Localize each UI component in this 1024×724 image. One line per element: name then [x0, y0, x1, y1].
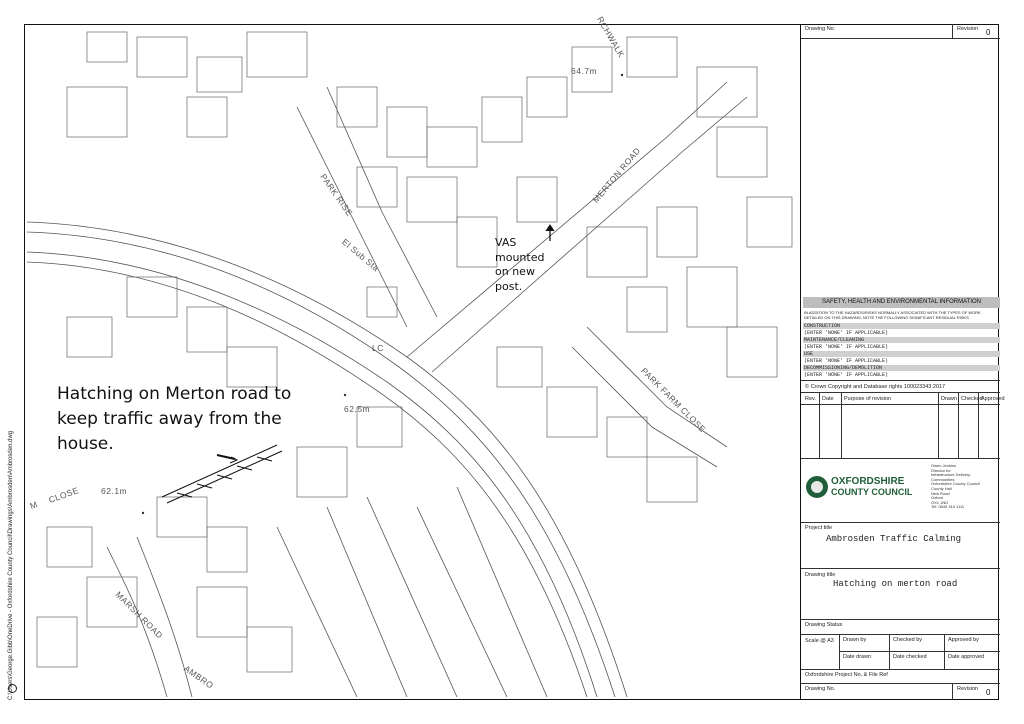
she-use-title: USE: [804, 351, 814, 357]
hatching-line-3: house.: [57, 434, 114, 454]
she-maintenance-value: (ENTER 'NONE' IF APPLICABLE): [804, 344, 889, 350]
rev-header: Rev.: [805, 396, 816, 402]
project-title-label: Project title: [805, 525, 833, 531]
revision-label: Revision: [957, 26, 979, 32]
she-decommissioning-value: (ENTER 'NONE' IF APPLICABLE): [804, 372, 889, 378]
council-logo: OXFORDSHIRE COUNTY COUNCIL: [806, 476, 912, 498]
title-block: Drawing No. Revision 0 SAFETY, HEALTH AN…: [800, 24, 1005, 700]
she-maintenance-title: MAINTENANCE/CLEANING: [804, 337, 865, 343]
she-decommissioning-title: DECOMMISSIONING/DEMOLITION: [804, 365, 883, 371]
drawing-no-label: Drawing No.: [805, 26, 836, 32]
label-lc: LC: [372, 343, 384, 353]
drawing-no-label-bottom: Drawing No.: [805, 686, 836, 692]
she-use-value: (ENTER 'NONE' IF APPLICABLE): [804, 358, 889, 364]
she-construction-value: (ENTER 'NONE' IF APPLICABLE): [804, 330, 889, 336]
date-header: Date: [822, 396, 834, 402]
revision-value-bottom: 0: [986, 688, 991, 697]
drawn-by-label: Drawn by: [843, 637, 867, 643]
date-drawn-label: Date drawn: [843, 654, 872, 660]
purpose-header: Purpose of revision: [844, 396, 892, 402]
she-header: SAFETY, HEALTH AND ENVIRONMENTAL INFORMA…: [803, 297, 1000, 308]
vas-line-4: post.: [495, 279, 523, 293]
org-line-2: COUNTY COUNCIL: [831, 487, 913, 497]
hatching-annotation: Hatching on Merton road to keep traffic …: [57, 382, 291, 457]
file-path-vertical: C:\Users\George.Gibb\OneDrive - Oxfordsh…: [4, 380, 16, 700]
approved-by-label: Approved by: [948, 637, 979, 643]
checked-header: Checked: [961, 396, 983, 402]
date-checked-label: Date checked: [893, 654, 927, 660]
date-approved-label: Date approved: [948, 654, 985, 660]
revision-value: 0: [986, 28, 991, 37]
hatching-line-2: keep traffic away from the: [57, 409, 282, 429]
council-crest-icon: [806, 476, 828, 498]
org-line-1: OXFORDSHIRE: [831, 476, 905, 487]
scale-label: Scale @ A3: [805, 638, 834, 644]
vas-line-2: mounted: [495, 250, 545, 264]
project-title: Ambrosden Traffic Calming: [826, 534, 962, 544]
address-line: Tel: 0845 310 1111: [931, 504, 965, 510]
copyright-text: © Crown Copyright and Database rights 10…: [805, 384, 946, 390]
map-linework: [27, 31, 793, 697]
vas-line-1: VAS: [495, 236, 517, 249]
file-path-text: C:\Users\George.Gibb\OneDrive - Oxfordsh…: [8, 430, 14, 700]
org-address: Owen Jenkins Director for Infrastructure…: [931, 463, 980, 510]
vas-annotation: VAS mounted on new post.: [495, 236, 544, 294]
approved-header: Approved: [981, 396, 1005, 402]
she-intro: IN ADDITION TO THE HAZARDS/RISKS NORMALL…: [804, 310, 981, 320]
drawing-status-label: Drawing Status: [805, 622, 843, 628]
corner-marker-icon: [8, 684, 17, 693]
vas-line-3: on new: [495, 265, 535, 278]
spot-height-2: 62.5m: [344, 404, 371, 414]
drawing-title-label: Drawing title: [805, 572, 836, 578]
spot-height-3: 62.1m: [101, 486, 128, 496]
site-map: [27, 27, 799, 697]
drawn-header: Drawn: [941, 396, 957, 402]
project-no-label: Oxfordshire Project No. & File Ref: [805, 672, 888, 678]
drawing-title: Hatching on merton road: [833, 579, 958, 589]
hatching-line-1: Hatching on Merton road to: [57, 384, 292, 404]
checked-by-label: Checked by: [893, 637, 923, 643]
she-construction-title: CONSTRUCTION: [804, 323, 841, 329]
revision-label-bottom: Revision: [957, 686, 979, 692]
spot-height-1: 64.7m: [571, 66, 598, 76]
